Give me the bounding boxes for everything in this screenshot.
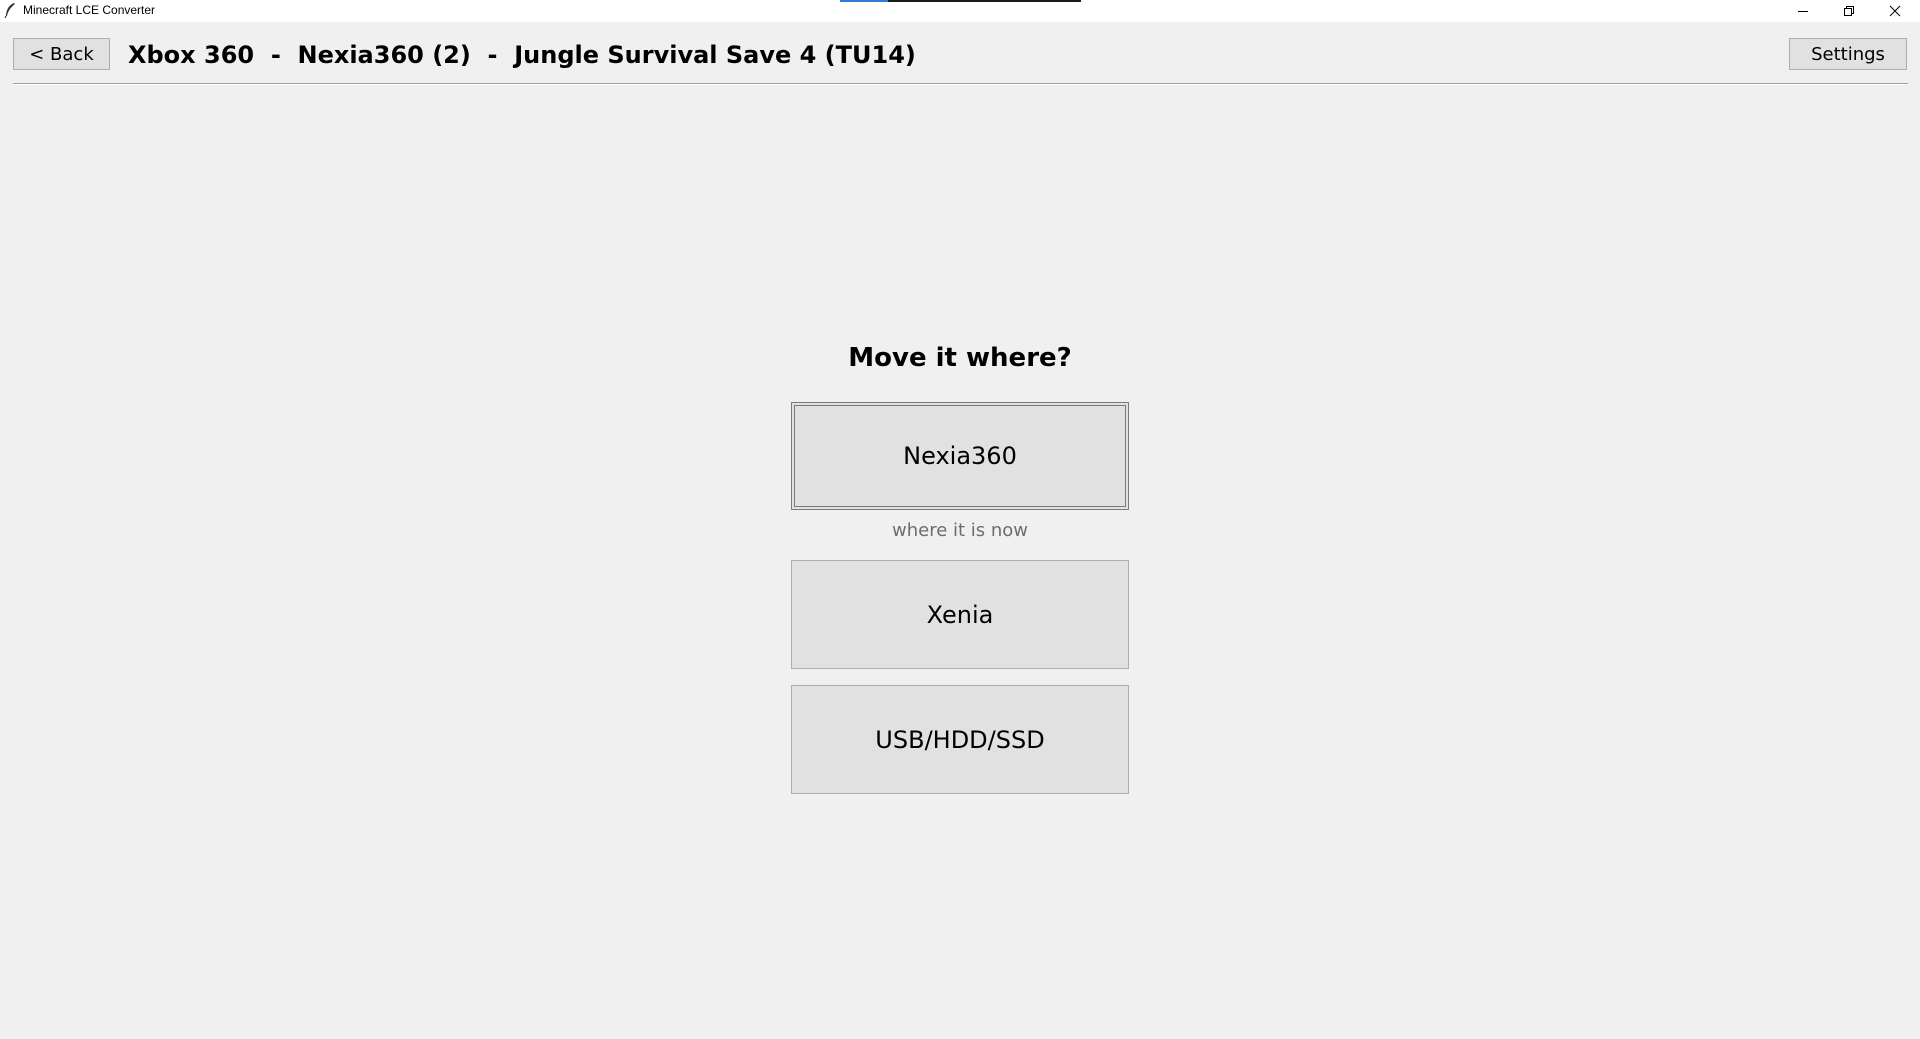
xenia-option-button[interactable]: Xenia <box>791 560 1129 669</box>
minimize-icon <box>1798 11 1808 12</box>
destination-prompt: Move it where? <box>848 343 1072 373</box>
title-focus-accent <box>840 0 888 2</box>
nexia360-option-button[interactable]: Nexia360 <box>791 402 1129 510</box>
feather-icon <box>4 3 15 18</box>
restore-button[interactable] <box>1826 0 1872 22</box>
window-title: Minecraft LCE Converter <box>23 3 156 17</box>
back-button[interactable]: < Back <box>13 38 110 70</box>
close-icon <box>1889 5 1901 17</box>
usb-hdd-ssd-option-button[interactable]: USB/HDD/SSD <box>791 685 1129 794</box>
app-window: Minecraft LCE Converter < Back Xbox 360 … <box>0 0 1920 1039</box>
minimize-button[interactable] <box>1780 0 1826 22</box>
close-button[interactable] <box>1872 0 1918 22</box>
current-location-caption: where it is now <box>891 520 1029 541</box>
title-bar[interactable]: Minecraft LCE Converter <box>0 0 1920 22</box>
settings-button[interactable]: Settings <box>1789 38 1907 70</box>
page-title: Xbox 360 - Nexia360 (2) - Jungle Surviva… <box>128 41 916 69</box>
restore-icon <box>1844 6 1854 16</box>
header-divider <box>13 83 1908 85</box>
